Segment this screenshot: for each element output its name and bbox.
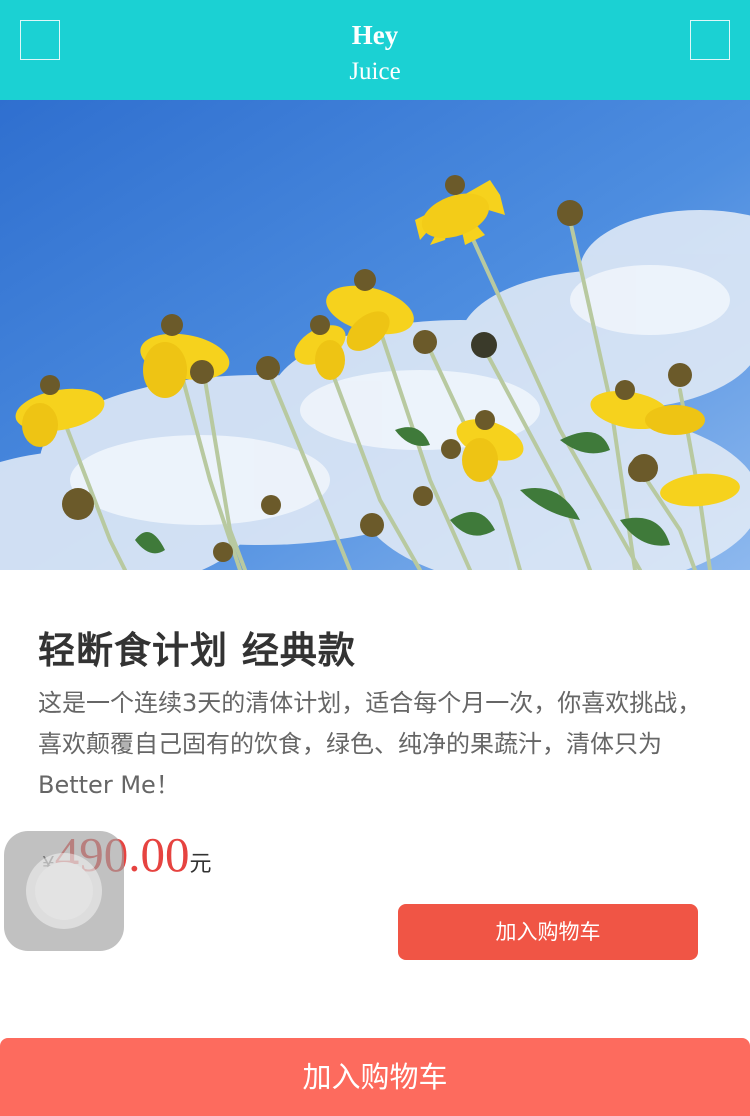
flower-photo — [0, 100, 750, 570]
product-title: 轻断食计划 经典款 — [38, 629, 356, 672]
assistive-touch-core — [35, 862, 93, 920]
brand-subtitle: Juice — [349, 58, 401, 85]
assistive-touch-button[interactable] — [4, 831, 124, 951]
brand-title: Hey — [351, 20, 399, 50]
app-header: Hey Juice — [0, 0, 750, 100]
add-to-cart-button[interactable]: 加入购物车 — [398, 904, 698, 960]
product-carousel[interactable] — [0, 100, 750, 570]
price-unit: 元 — [189, 852, 212, 877]
cart-button[interactable] — [690, 20, 730, 60]
assistive-touch-ring — [26, 853, 102, 929]
product-description: 这是一个连续3天的清体计划，适合每个月一次，你喜欢挑战，喜欢颠覆自己固有的饮食，… — [38, 689, 702, 799]
add-to-cart-bottom-button[interactable]: 加入购物车 — [0, 1038, 750, 1116]
